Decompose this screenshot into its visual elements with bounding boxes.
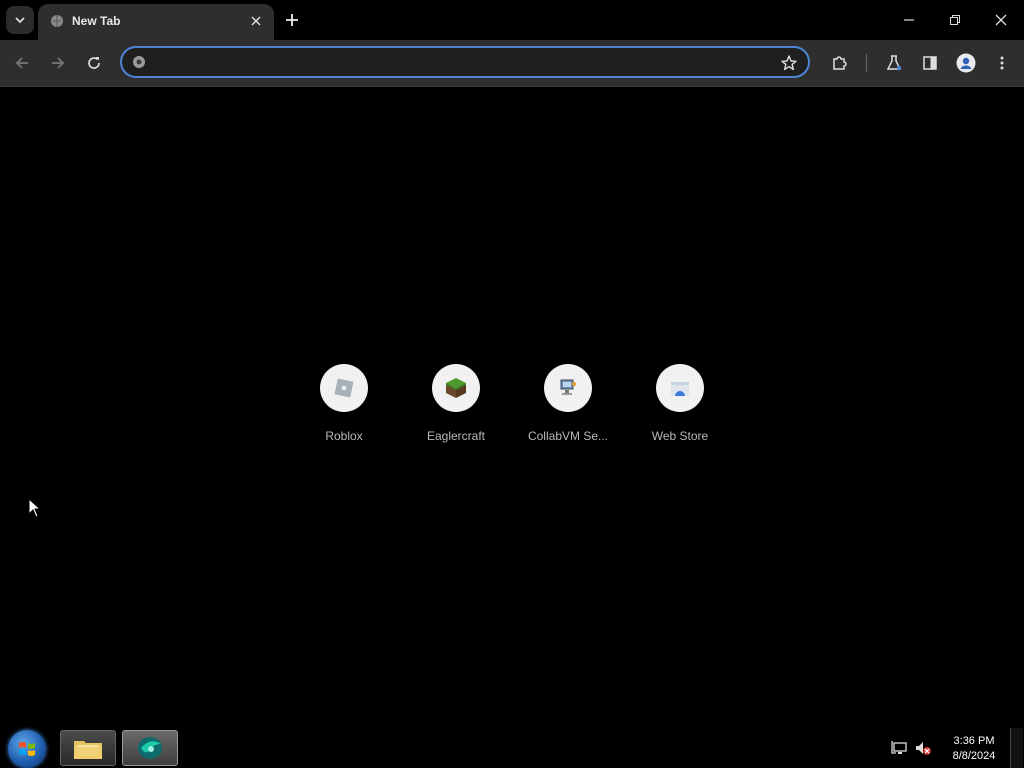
profile-button[interactable] [954, 51, 978, 75]
tab-close-button[interactable] [248, 13, 264, 29]
network-icon[interactable] [890, 740, 908, 756]
shortcut-label: Roblox [325, 429, 363, 443]
close-icon [251, 16, 261, 26]
extensions-button[interactable] [828, 51, 852, 75]
plus-icon [286, 14, 298, 26]
forward-button[interactable] [46, 51, 70, 75]
title-bar: New Tab [0, 0, 1024, 40]
shortcut-icon-container [320, 364, 368, 412]
minimize-icon [904, 19, 914, 21]
web-store-icon [671, 382, 689, 396]
close-window-button[interactable] [986, 6, 1016, 34]
reload-icon [88, 57, 100, 69]
address-input[interactable] [154, 53, 758, 73]
shortcut-icon-container [656, 364, 704, 412]
system-clock[interactable]: 3:36 PM 8/8/2024 [944, 734, 1004, 764]
flask-icon [886, 55, 902, 71]
reload-button[interactable] [82, 51, 106, 75]
shortcut-web-store[interactable]: Web Store [624, 364, 736, 443]
taskbar-app-file-explorer[interactable] [60, 730, 116, 766]
toolbar-separator [866, 54, 867, 72]
shortcut-eaglercraft[interactable]: Eaglercraft [400, 364, 512, 443]
shortcut-icon-container [544, 364, 592, 412]
browser-toolbar [0, 40, 1024, 87]
globe-icon [51, 15, 63, 27]
clock-date: 8/8/2024 [952, 750, 996, 762]
shortcut-label: CollabVM Se... [527, 429, 609, 443]
shortcut-roblox[interactable]: Roblox [288, 364, 400, 443]
close-icon [995, 14, 1007, 26]
windows-logo-icon [19, 742, 35, 756]
shortcut-icon-container [432, 364, 480, 412]
clock-time: 3:36 PM [953, 735, 995, 747]
volume-muted-icon[interactable] [914, 740, 932, 756]
roblox-icon [334, 378, 354, 398]
search-engine-icon [133, 56, 145, 68]
back-button[interactable] [10, 51, 34, 75]
more-vertical-icon [1000, 56, 1004, 70]
shortcut-label: Web Store [651, 429, 709, 443]
new-tab-button[interactable] [282, 10, 302, 30]
restore-icon [950, 15, 960, 25]
computer-icon [560, 379, 576, 395]
profile-avatar-icon [956, 53, 976, 73]
tab-new-tab[interactable]: New Tab [38, 4, 274, 40]
labs-button[interactable] [882, 51, 906, 75]
shortcut-label: Eaglercraft [426, 429, 486, 443]
taskbar: 3:36 PM 8/8/2024 [0, 728, 1024, 768]
side-panel-button[interactable] [918, 51, 942, 75]
minimize-button[interactable] [894, 6, 924, 34]
tab-search-button[interactable] [6, 6, 34, 34]
restore-button[interactable] [940, 6, 970, 34]
shortcut-collabvm[interactable]: CollabVM Se... [512, 364, 624, 443]
tab-title: New Tab [72, 14, 121, 28]
bookmark-star-icon[interactable] [780, 54, 798, 72]
address-bar[interactable] [120, 46, 810, 78]
menu-button[interactable] [990, 51, 1014, 75]
side-panel-icon [923, 56, 937, 70]
grass-block-icon [446, 378, 466, 398]
chevron-down-icon [15, 17, 25, 24]
mouse-pointer-icon [28, 498, 42, 518]
arrow-left-icon [15, 57, 28, 69]
folder-icon [74, 741, 102, 759]
start-button[interactable] [8, 730, 46, 768]
taskbar-app-browser[interactable] [122, 730, 178, 766]
show-desktop-button[interactable] [1010, 728, 1023, 768]
browser-app-icon [138, 737, 162, 759]
arrow-right-icon [52, 57, 65, 69]
puzzle-icon [833, 56, 847, 70]
